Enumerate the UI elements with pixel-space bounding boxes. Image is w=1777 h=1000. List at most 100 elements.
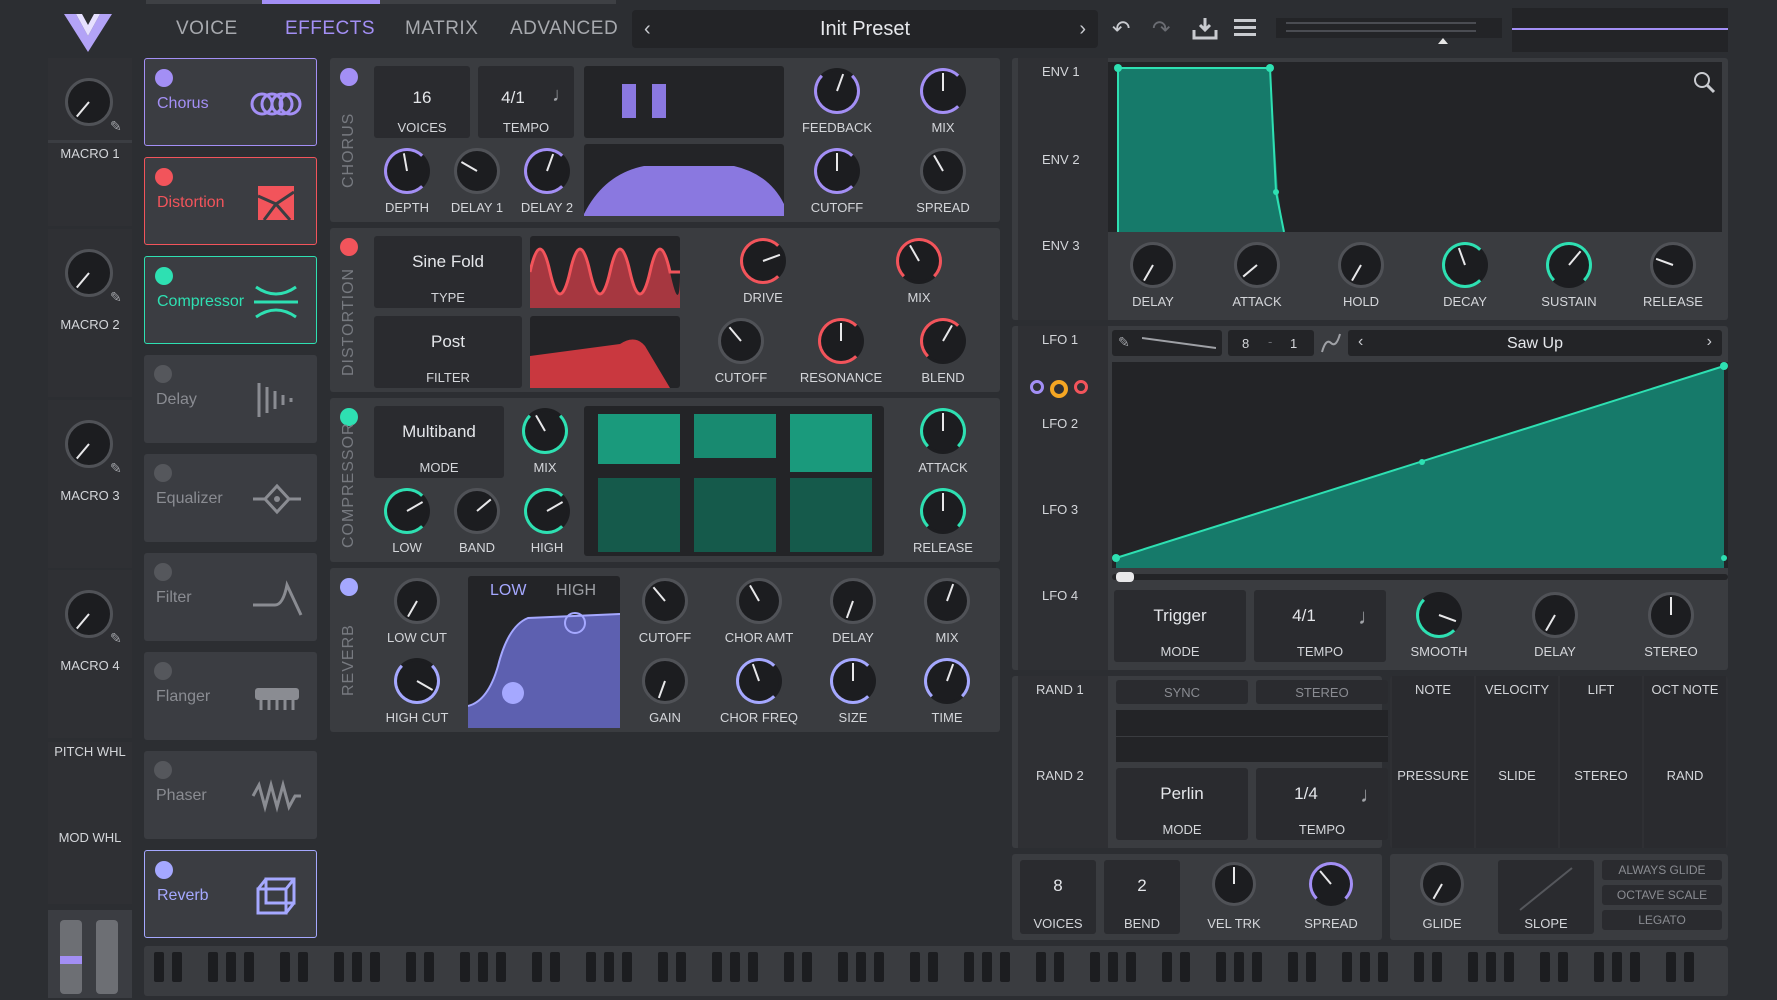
lfo-phase-slider[interactable]: [1112, 572, 1728, 582]
mod-source-lift[interactable]: LIFT: [1560, 682, 1642, 697]
chorus-toggle[interactable]: [340, 68, 358, 86]
piano-key[interactable]: [550, 952, 560, 982]
env-1-tab[interactable]: ENV 1: [1042, 64, 1080, 79]
effect-toggle[interactable]: [154, 662, 172, 680]
lfo-shape-selector[interactable]: ‹ Saw Up ›: [1348, 330, 1722, 356]
piano-key[interactable]: [406, 952, 416, 982]
effect-toggle[interactable]: [154, 761, 172, 779]
preset-selector[interactable]: ‹ Init Preset ›: [632, 10, 1098, 48]
depth-knob[interactable]: [384, 148, 430, 194]
edit-icon[interactable]: ✎: [110, 289, 122, 306]
reverb-toggle[interactable]: [340, 578, 358, 596]
piano-key[interactable]: [1162, 952, 1172, 982]
piano-key[interactable]: [1342, 952, 1352, 982]
edit-icon[interactable]: ✎: [110, 460, 122, 477]
compressor-mix-knob[interactable]: [522, 408, 568, 454]
piano-key[interactable]: [478, 952, 488, 982]
piano-key[interactable]: [838, 952, 848, 982]
env-sustain-knob[interactable]: [1546, 242, 1592, 288]
effect-toggle[interactable]: [154, 563, 172, 581]
rand-2-tab[interactable]: RAND 2: [1036, 768, 1084, 783]
piano-key[interactable]: [586, 952, 596, 982]
piano-key[interactable]: [1630, 952, 1640, 982]
piano-key[interactable]: [226, 952, 236, 982]
env-decay-knob[interactable]: [1442, 242, 1488, 288]
curve-icon[interactable]: [1320, 332, 1342, 354]
piano-key[interactable]: [208, 952, 218, 982]
drive-knob[interactable]: [740, 238, 786, 284]
piano-key[interactable]: [1432, 952, 1442, 982]
piano-key[interactable]: [1108, 952, 1118, 982]
piano-key[interactable]: [532, 952, 542, 982]
effect-toggle[interactable]: [155, 861, 173, 879]
lfo-stereo-knob[interactable]: [1648, 592, 1694, 638]
stereo-button[interactable]: STEREO: [1256, 680, 1388, 704]
zoom-icon[interactable]: [1692, 70, 1716, 94]
piano-key[interactable]: [496, 952, 506, 982]
effect-filter[interactable]: Filter: [144, 553, 317, 641]
piano-key[interactable]: [1378, 952, 1388, 982]
piano-key[interactable]: [1252, 952, 1262, 982]
effect-toggle[interactable]: [155, 267, 173, 285]
piano-key[interactable]: [1468, 952, 1478, 982]
env-release-knob[interactable]: [1650, 242, 1696, 288]
piano-key[interactable]: [334, 952, 344, 982]
envelope-graph[interactable]: [1108, 62, 1722, 233]
piano-key[interactable]: [280, 952, 290, 982]
mod-source-rand[interactable]: RAND: [1644, 768, 1726, 783]
compressor-attack-knob[interactable]: [920, 408, 966, 454]
band-knob[interactable]: [454, 488, 500, 534]
piano-key[interactable]: [1558, 952, 1568, 982]
save-icon[interactable]: [1192, 16, 1218, 40]
lfo-rate[interactable]: 8 - 1: [1228, 330, 1314, 356]
piano-key[interactable]: [982, 952, 992, 982]
next-preset-icon[interactable]: ›: [1079, 18, 1086, 41]
effect-toggle[interactable]: [155, 168, 173, 186]
piano-key[interactable]: [352, 952, 362, 982]
piano-key[interactable]: [730, 952, 740, 982]
note-icon[interactable]: ♩: [552, 84, 572, 107]
mod-wheel[interactable]: [96, 920, 118, 994]
note-icon[interactable]: ♩: [1360, 782, 1382, 808]
menu-icon[interactable]: [1234, 19, 1256, 37]
chorus-cutoff-knob[interactable]: [814, 148, 860, 194]
feedback-knob[interactable]: [814, 68, 860, 114]
piano-key[interactable]: [154, 952, 164, 982]
piano-key[interactable]: [910, 952, 920, 982]
piano-key[interactable]: [1090, 952, 1100, 982]
high-band-handle[interactable]: [564, 612, 586, 634]
pitch-wheel[interactable]: [60, 920, 82, 994]
piano-key[interactable]: [460, 952, 470, 982]
edit-icon[interactable]: ✎: [110, 630, 122, 647]
piano-key[interactable]: [1414, 952, 1424, 982]
voice-spread-knob[interactable]: [1309, 862, 1353, 906]
mod-source-note[interactable]: NOTE: [1392, 682, 1474, 697]
low-band-handle[interactable]: [502, 682, 524, 704]
lfo-2-tab[interactable]: LFO 2: [1042, 416, 1078, 431]
effect-delay[interactable]: Delay: [144, 355, 317, 443]
lfo-shape-preview[interactable]: ✎: [1112, 330, 1222, 356]
logo[interactable]: [60, 8, 116, 56]
mod-source-slide[interactable]: SLIDE: [1476, 768, 1558, 783]
piano-key[interactable]: [1036, 952, 1046, 982]
piano-key[interactable]: [928, 952, 938, 982]
piano-key[interactable]: [874, 952, 884, 982]
lfo-smooth-knob[interactable]: [1416, 592, 1462, 638]
distortion-toggle[interactable]: [340, 238, 358, 256]
reverb-tab-high[interactable]: HIGH: [556, 582, 596, 600]
effect-flanger[interactable]: Flanger: [144, 652, 317, 740]
legato-button[interactable]: LEGATO: [1602, 910, 1722, 930]
piano-key[interactable]: [622, 952, 632, 982]
piano-key[interactable]: [298, 952, 308, 982]
effect-reverb[interactable]: Reverb: [144, 850, 317, 938]
delay2-knob[interactable]: [524, 148, 570, 194]
redo-icon[interactable]: ↷: [1152, 16, 1170, 42]
env-delay-knob[interactable]: [1130, 242, 1176, 288]
env-hold-knob[interactable]: [1338, 242, 1384, 288]
reverb-mix-knob[interactable]: [924, 578, 970, 624]
piano-key[interactable]: [1612, 952, 1622, 982]
distortion-mix-knob[interactable]: [896, 238, 942, 284]
vel-trk-knob[interactable]: [1212, 862, 1256, 906]
piano-key[interactable]: [1504, 952, 1514, 982]
mod-source-oct-note[interactable]: OCT NOTE: [1644, 682, 1726, 697]
